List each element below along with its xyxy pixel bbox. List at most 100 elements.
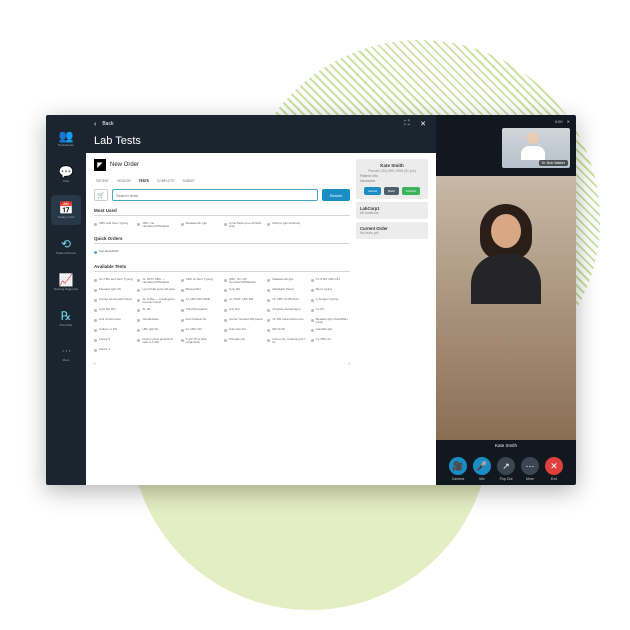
pip-video[interactable]: Dr. Bob Walker xyxy=(502,128,570,168)
tab-patient[interactable]: PATIENT xyxy=(96,179,109,183)
status-dot-icon xyxy=(224,309,227,312)
test-item[interactable]: Manual RH xyxy=(181,288,220,295)
rail-more[interactable]: ⋯More xyxy=(51,339,81,369)
test-item[interactable]: CL CBC.As xyxy=(311,338,350,345)
test-item[interactable]: Measles Ab IgG xyxy=(267,278,306,285)
cancel-button[interactable]: Cancel xyxy=(364,187,381,195)
video-close-icon[interactable]: ✕ xyxy=(567,119,570,124)
test-item[interactable]: Candiosides xyxy=(137,318,176,325)
main-video-avatar xyxy=(471,204,541,304)
test-item[interactable]: Measles IgG HS xyxy=(94,288,133,295)
back-arrow-icon[interactable]: ‹ xyxy=(94,121,96,128)
confirm-button[interactable]: Confirm xyxy=(402,187,421,195)
test-item[interactable]: CBC, No Hematocrit/Platelets xyxy=(137,222,176,229)
test-label: Sed Rate/ESR xyxy=(99,250,119,253)
test-item[interactable]: Sed Rate/ESR xyxy=(94,250,133,257)
most-used-grid: CBC and Sero Typing CBC, No Hematocrit/Pl… xyxy=(94,222,350,229)
test-item[interactable]: Candida IgG xyxy=(311,328,350,335)
status-dot-icon xyxy=(267,329,270,332)
rail-prescribe[interactable]: ℞Prescribe xyxy=(51,303,81,333)
test-item[interactable]: CL STAT CBC.NH xyxy=(311,278,350,285)
test-item[interactable]: Factor 4 xyxy=(94,348,133,355)
test-item[interactable]: AL w/Ret — Cardiogram Genetic Panel xyxy=(137,298,176,305)
tab-complete[interactable]: COMPLETE xyxy=(157,179,175,183)
video-mic-button[interactable]: 🎤Mic xyxy=(473,457,491,481)
test-item[interactable]: Metabolic Panel xyxy=(267,288,306,295)
test-item[interactable]: CBC and Sero Typing xyxy=(94,222,133,229)
test-item[interactable]: CL CBC.As BioTech xyxy=(267,298,306,305)
video-more-button[interactable]: ⋯More xyxy=(521,457,539,481)
test-item[interactable]: C Antigen Typing xyxy=(311,298,350,305)
test-item[interactable]: LymeTotal Lyme Ab/HCL Auto xyxy=(224,222,263,229)
tab-vendor[interactable]: VENDOR xyxy=(117,179,131,183)
test-item[interactable]: CL CBC RR w/Diff xyxy=(181,298,220,305)
test-item[interactable]: CL CBC NG xyxy=(181,328,220,335)
test-item[interactable]: Carrier Genetic RR panel xyxy=(224,318,263,325)
video-end-button[interactable]: ✕End xyxy=(545,457,563,481)
test-item[interactable]: CL STAT CBC RR xyxy=(224,298,263,305)
search-button[interactable]: Search xyxy=(322,189,350,201)
test-item[interactable]: Measles IgG CGH/MSH panel xyxy=(311,318,350,325)
test-item[interactable]: Cyto RH xyxy=(224,288,263,295)
test-item[interactable]: Measles Ab IgG xyxy=(181,222,220,229)
test-item[interactable]: Cyto RH DD xyxy=(94,308,133,315)
test-item[interactable]: CBC, No, CP Hematocrit/Platelets xyxy=(224,278,263,285)
rail-chat[interactable]: 💬Chat xyxy=(51,159,81,189)
test-item[interactable]: TSH Monopanel xyxy=(181,308,220,315)
status-dot-icon xyxy=(137,309,140,312)
test-item[interactable]: Culture or PH xyxy=(94,328,133,335)
status-dot-icon xyxy=(224,329,227,332)
test-item[interactable]: Factor/ phos globulin/K ratio A-1 MS xyxy=(137,338,176,345)
test-item[interactable]: Anti-mito AG xyxy=(224,328,263,335)
test-item[interactable]: RR Smith xyxy=(267,328,306,335)
expand-icon[interactable]: ⛶ xyxy=(402,119,412,129)
test-item[interactable]: Anti Centromere xyxy=(94,318,133,325)
test-item[interactable]: Mpox typing xyxy=(311,288,350,295)
test-item[interactable]: CBC w/ Sero Typing xyxy=(181,278,220,285)
tab-submit[interactable]: SUBMIT xyxy=(182,179,194,183)
horiz-scroll[interactable]: ‹› xyxy=(94,361,350,367)
back-pill-button[interactable]: Back xyxy=(384,187,399,195)
close-icon[interactable]: ✕ xyxy=(418,119,428,129)
test-item[interactable]: LymeTotal Lyme Ab auto xyxy=(137,288,176,295)
rail-todays-visit[interactable]: 📅Today's Visit xyxy=(51,195,81,225)
status-dot-icon xyxy=(224,279,227,282)
test-label: Cyto RH DD xyxy=(99,308,116,311)
scroll-left-icon[interactable]: ‹ xyxy=(94,361,96,367)
test-item[interactable]: Mumps IgG Antibody xyxy=(267,222,306,229)
test-item[interactable]: T-ghr Phos HDL pa/globulin xyxy=(181,338,220,345)
test-item[interactable]: Anti Nuclear Ab xyxy=(181,318,220,325)
video-pop-out-button[interactable]: ↗Pop Out xyxy=(497,457,515,481)
back-button[interactable]: Back xyxy=(102,121,113,127)
test-item[interactable]: CL RT xyxy=(311,308,350,315)
test-item[interactable]: AL RT xyxy=(137,308,176,315)
rail-patient-record[interactable]: ⟲Patient Record xyxy=(51,231,81,261)
order-logo-icon: ◤ xyxy=(94,159,106,171)
app-window: 👥Participants 💬Chat 📅Today's Visit ⟲Pati… xyxy=(46,115,576,485)
search-input[interactable] xyxy=(112,189,318,201)
main-video[interactable] xyxy=(436,176,576,440)
test-item[interactable]: Factor 9 xyxy=(94,338,133,345)
status-dot-icon xyxy=(181,223,184,226)
status-dot-icon xyxy=(137,299,140,302)
test-item[interactable]: HBc IgM Ab xyxy=(137,328,176,335)
test-item[interactable]: CL STAT CBC — Hematocrit/Platelets xyxy=(137,278,176,285)
cart-icon[interactable]: 🛒 xyxy=(94,189,108,201)
status-dot-icon xyxy=(181,309,184,312)
test-item[interactable]: Anti Ret xyxy=(224,308,263,315)
test-item[interactable]: Phospho-IG xyxy=(224,338,263,345)
test-label: Measles Ab IgG xyxy=(272,278,293,281)
test-label: CL STAT CBC.NH xyxy=(316,278,340,281)
status-dot-icon xyxy=(137,329,140,332)
tab-tests[interactable]: TESTS xyxy=(139,179,149,183)
test-item[interactable]: Amylase Autoantigen xyxy=(267,308,306,315)
video-camera-button[interactable]: 🎥Camera xyxy=(449,457,467,481)
scroll-right-icon[interactable]: › xyxy=(348,361,350,367)
test-item[interactable]: CL CBC and Sero Typing xyxy=(94,278,133,285)
test-item[interactable]: CL RR panel Add-on/ox xyxy=(267,318,306,325)
rail-nursing[interactable]: 📈Nursing Diagnosis xyxy=(51,267,81,297)
rail-participants[interactable]: 👥Participants xyxy=(51,123,81,153)
test-item[interactable]: Carrier 10 Genetic Panel xyxy=(94,298,133,305)
test-item[interactable]: Immun IG, Cosblomy/A7 IG xyxy=(267,338,306,345)
test-label: Manual RH xyxy=(186,288,201,291)
